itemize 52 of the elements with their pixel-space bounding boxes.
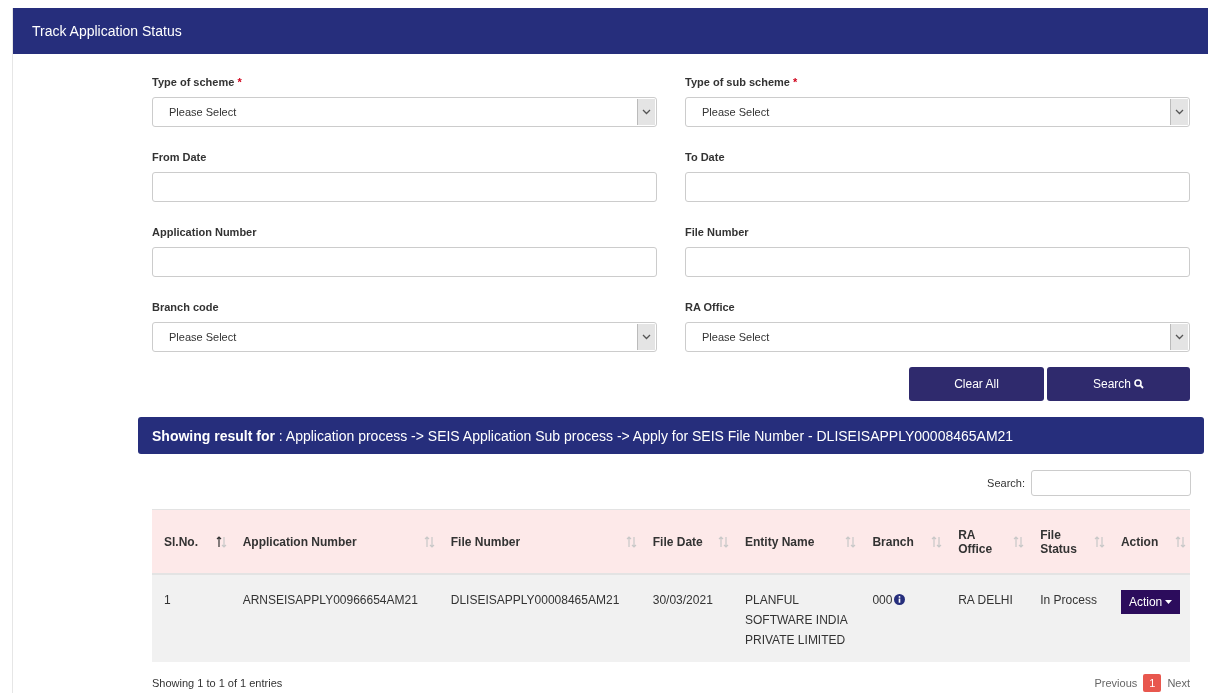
field-label: Branch code	[152, 301, 220, 313]
result-banner-text: Showing result for : Application process -> SEIS Application Sub process -> Apply for SEIS File Number - DLISEISAPPLY00008465AM21	[152, 427, 1014, 444]
column-header[interactable]: Action	[1120, 534, 1159, 549]
sort-icon[interactable]	[215, 535, 227, 548]
table-cell: 1	[164, 593, 171, 607]
table-cell: ARNSEISAPPLY00966654AM21	[242, 593, 418, 607]
caret-icon	[1165, 600, 1173, 604]
field-label: File Number	[685, 226, 750, 238]
chevron-down-icon	[642, 109, 651, 115]
entries-info: Showing 1 to 1 of 1 entries	[152, 677, 283, 689]
field-label: From Date	[152, 151, 208, 163]
select-field[interactable]: Please Select	[685, 97, 1190, 127]
field-label: Application Number	[152, 226, 258, 238]
page-button[interactable]: 1	[1143, 674, 1162, 692]
search-label: Search:	[987, 477, 1025, 489]
chevron-down-icon	[642, 334, 651, 340]
column-header[interactable]: Branch	[872, 534, 914, 549]
pagination-link[interactable]: Next	[1167, 677, 1190, 689]
column-header[interactable]: File Date	[652, 534, 703, 549]
search-field[interactable]	[1031, 470, 1191, 496]
table-cell: DLISEISAPPLY00008465AM21	[450, 593, 620, 607]
table-cell: PLANFUL SOFTWARE INDIA PRIVATE LIMITED	[744, 593, 848, 647]
table-cell: 000	[872, 593, 893, 607]
field-label: RA Office	[685, 301, 736, 313]
column-header[interactable]: File Status	[1040, 527, 1090, 556]
column-header[interactable]: Application Number	[242, 534, 357, 549]
search-icon	[1134, 379, 1144, 389]
column-header[interactable]: Sl.No.	[164, 534, 198, 549]
action-dropdown[interactable]: Action	[1120, 590, 1181, 614]
input-field[interactable]	[685, 247, 1190, 277]
column-header[interactable]: RA Office	[958, 527, 1010, 556]
input-field[interactable]	[685, 172, 1190, 202]
info-icon[interactable]	[894, 594, 906, 605]
field-label: Type of scheme *	[152, 76, 243, 88]
column-header[interactable]: File Number	[450, 534, 521, 549]
input-field[interactable]	[152, 247, 657, 277]
select-field[interactable]: Please Select	[685, 322, 1190, 352]
search-button[interactable]: Search	[1047, 367, 1190, 401]
chevron-down-icon	[1175, 109, 1184, 115]
clear-button[interactable]: Clear All	[909, 367, 1044, 401]
table-cell: In Process	[1040, 593, 1097, 607]
field-label: To Date	[685, 151, 726, 163]
select-field[interactable]: Please Select	[152, 97, 657, 127]
chevron-down-icon	[1175, 334, 1184, 340]
input-field[interactable]	[152, 172, 657, 202]
table-cell: RA DELHI	[958, 593, 1013, 607]
field-label: Type of sub scheme *	[685, 76, 799, 88]
panel-header: Track Application Status	[13, 8, 1208, 54]
table-cell: 30/03/2021	[652, 593, 713, 607]
select-field[interactable]: Please Select	[152, 322, 657, 352]
pagination-link[interactable]: Previous	[1094, 677, 1138, 689]
column-header[interactable]: Entity Name	[744, 534, 815, 549]
